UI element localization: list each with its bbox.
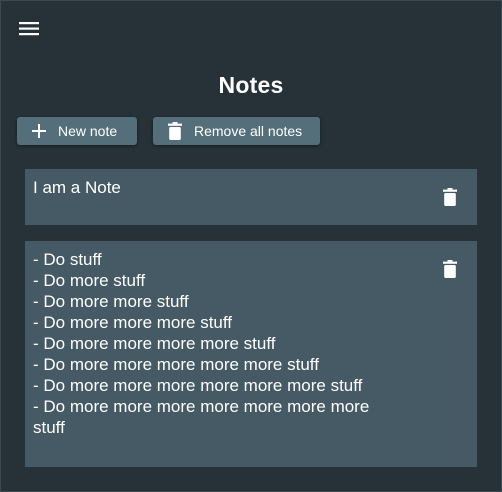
new-note-button[interactable]: New note (17, 117, 137, 145)
trash-icon (443, 260, 457, 278)
new-note-label: New note (58, 123, 118, 139)
note-card[interactable]: I am a Note (25, 169, 477, 225)
remove-all-notes-button[interactable]: Remove all notes (153, 117, 320, 145)
delete-note-button[interactable] (442, 260, 458, 278)
trash-icon (443, 188, 457, 206)
plus-icon (32, 124, 46, 138)
delete-note-button[interactable] (442, 188, 458, 206)
remove-all-notes-label: Remove all notes (194, 123, 303, 139)
note-text[interactable]: - Do stuff - Do more stuff - Do more mor… (33, 249, 403, 438)
note-text[interactable]: I am a Note (33, 177, 403, 198)
hamburger-menu-icon[interactable] (17, 18, 41, 40)
page-title: Notes (218, 72, 284, 98)
note-card[interactable]: - Do stuff - Do more stuff - Do more mor… (25, 241, 477, 467)
trash-icon (168, 122, 182, 140)
